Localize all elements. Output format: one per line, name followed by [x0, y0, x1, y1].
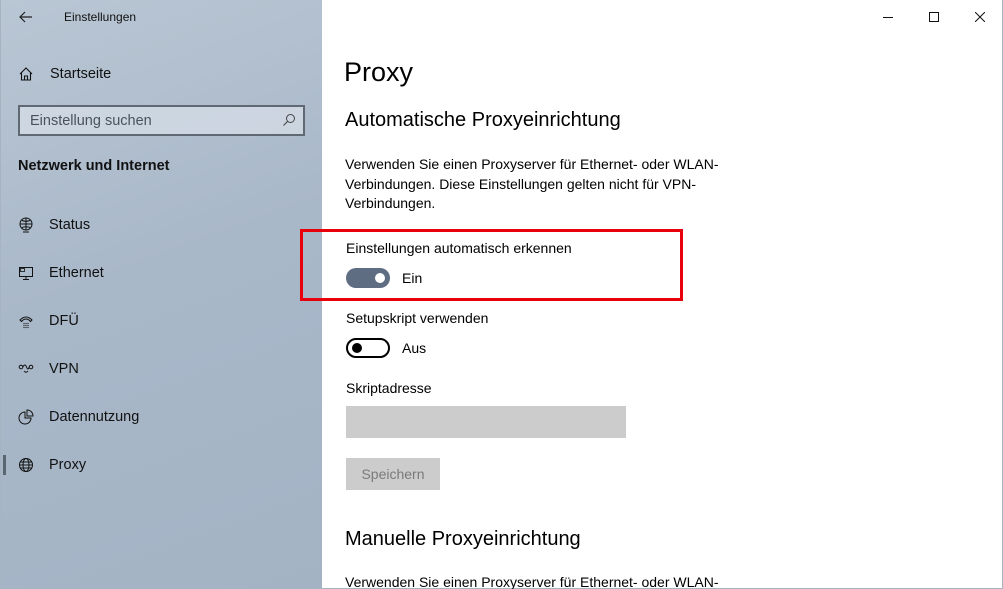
search-icon[interactable]: [282, 113, 296, 127]
toggle-knob: [375, 273, 385, 283]
search-input[interactable]: [20, 107, 270, 134]
sidebar-item-label: DFÜ: [49, 313, 79, 329]
settings-window: Einstellungen Startseite Netzwerk und In…: [0, 0, 1003, 589]
script-address-label: Skriptadresse: [346, 380, 432, 396]
manual-proxy-description: Verwenden Sie einen Proxyserver für Ethe…: [345, 574, 719, 589]
pie-chart-icon: [18, 409, 34, 425]
minimize-icon: [883, 17, 893, 18]
home-icon: [19, 67, 33, 81]
auto-proxy-heading: Automatische Proxyeinrichtung: [345, 109, 621, 131]
dialup-phone-icon: [19, 316, 33, 329]
auto-detect-state: Ein: [402, 270, 423, 286]
script-address-input[interactable]: [346, 406, 626, 438]
minimize-button[interactable]: [865, 0, 911, 34]
sidebar-item-datennutzung[interactable]: Datennutzung: [1, 397, 322, 437]
search-box[interactable]: [18, 105, 305, 136]
toggle-knob: [352, 343, 362, 353]
page-title: Proxy: [344, 57, 414, 87]
back-arrow-icon: [19, 11, 32, 23]
close-icon: [975, 12, 985, 22]
sidebar-item-status[interactable]: Status: [1, 205, 322, 245]
setup-script-state: Aus: [402, 340, 427, 356]
vpn-icon: [18, 364, 34, 373]
auto-detect-toggle-row[interactable]: Ein: [346, 268, 422, 288]
sidebar-item-ethernet[interactable]: Ethernet: [1, 253, 322, 293]
sidebar-item-label: Status: [49, 217, 91, 233]
auto-proxy-description: Verwenden Sie einen Proxyserver für Ethe…: [345, 156, 719, 211]
window-controls: [865, 0, 1003, 34]
auto-detect-toggle[interactable]: [346, 268, 390, 288]
close-button[interactable]: [957, 0, 1003, 34]
manual-proxy-heading: Manuelle Proxyeinrichtung: [345, 528, 581, 550]
setup-script-toggle-row[interactable]: Aus: [346, 338, 426, 358]
sidebar-item-proxy[interactable]: Proxy: [1, 445, 322, 485]
back-button[interactable]: [15, 6, 37, 28]
sidebar-item-home[interactable]: Startseite: [1, 58, 322, 90]
sidebar-item-vpn[interactable]: VPN: [1, 349, 322, 389]
globe-icon: [19, 458, 33, 472]
maximize-icon: [929, 12, 939, 22]
ethernet-monitor-icon: [19, 267, 33, 280]
content-pane: Proxy Automatische Proxyeinrichtung Verw…: [322, 0, 1003, 589]
globe-monitor-icon: [19, 217, 33, 233]
titlebar: Einstellungen: [1, 0, 322, 34]
sidebar-item-label: Datennutzung: [49, 409, 140, 425]
setup-script-label: Setupskript verwenden: [346, 310, 489, 326]
app-title: Einstellungen: [64, 10, 137, 24]
setup-script-toggle[interactable]: [346, 338, 390, 358]
sidebar-item-label: Proxy: [49, 457, 87, 473]
selection-indicator: [3, 455, 6, 475]
sidebar: Einstellungen Startseite Netzwerk und In…: [1, 0, 322, 589]
sidebar-item-label: VPN: [49, 361, 79, 377]
home-label: Startseite: [50, 66, 112, 82]
section-title: Netzwerk und Internet: [18, 158, 170, 174]
sidebar-item-dfu[interactable]: DFÜ: [1, 301, 322, 341]
auto-detect-label: Einstellungen automatisch erkennen: [346, 240, 572, 256]
maximize-button[interactable]: [911, 0, 957, 34]
save-button[interactable]: Speichern: [346, 458, 440, 490]
sidebar-item-label: Ethernet: [49, 265, 104, 281]
